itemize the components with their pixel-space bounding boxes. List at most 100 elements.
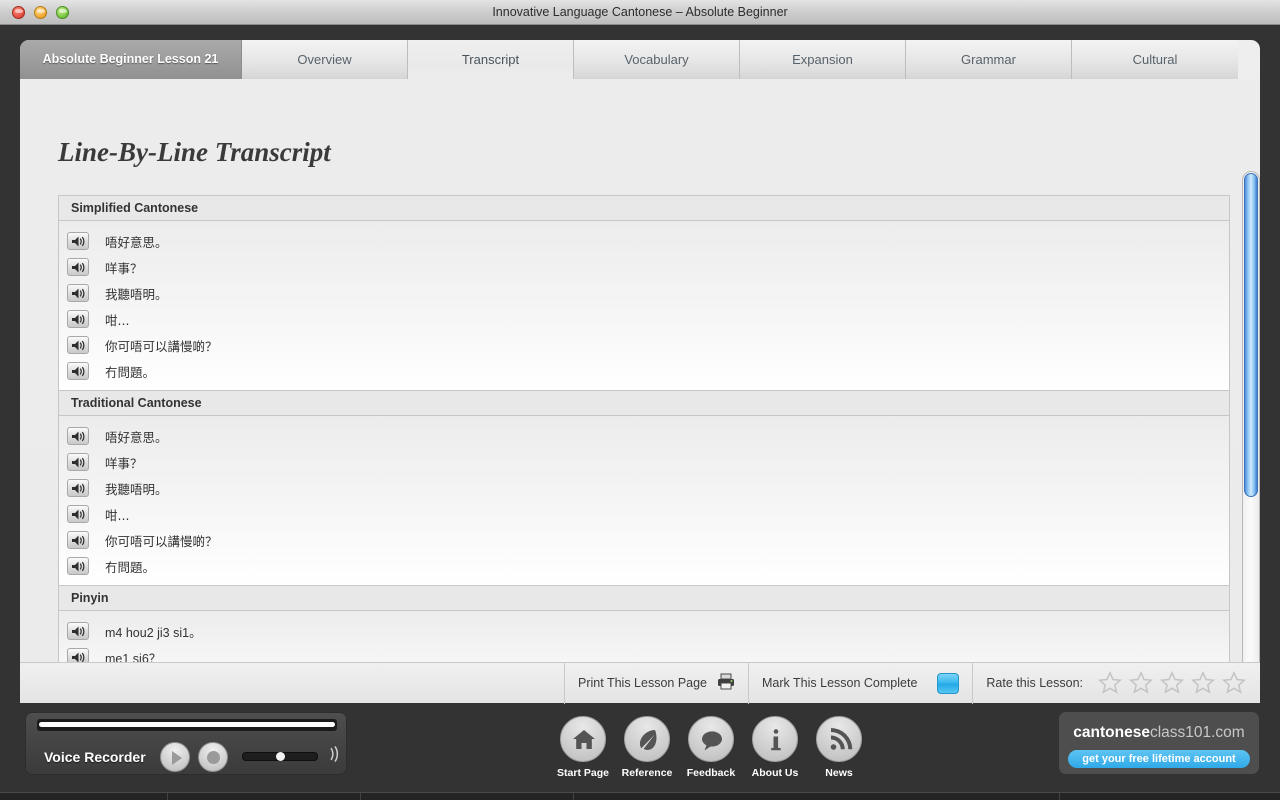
speaker-icon[interactable] [67, 284, 89, 302]
star-icon[interactable] [1128, 670, 1154, 696]
transcript-text: 冇問題。 [105, 364, 156, 380]
tab-label: Cultural [1132, 52, 1178, 67]
transcript-list: Simplified Cantonese 唔好意思。 咩事？ 我聽唔明。 咁..… [58, 195, 1230, 662]
tab-absolute-beginner-lesson-21[interactable]: Absolute Beginner Lesson 21 [20, 40, 242, 79]
volume-slider[interactable] [241, 752, 318, 761]
open-lesson-drawer-button[interactable]: Open Lesson Drawer [0, 792, 169, 800]
nav-feedback[interactable]: Feedback [684, 716, 738, 779]
transcript-row: 冇問題。 [59, 553, 1229, 579]
voice-recorder-panel: Voice Recorder [25, 712, 347, 775]
speech-bubble-icon [688, 716, 734, 762]
speaker-icon[interactable] [67, 232, 89, 250]
nav-about-us[interactable]: About Us [748, 716, 802, 779]
transcript-text: m4 hou2 ji3 si1。 [105, 625, 202, 640]
star-icon[interactable] [1159, 670, 1185, 696]
speaker-icon[interactable] [67, 622, 89, 640]
mark-lesson-complete-checkbox[interactable] [937, 672, 960, 694]
bottom-dock: Voice Recorder Start Page Reference Feed… [0, 708, 1280, 792]
transcript-text: 咁... [105, 312, 130, 328]
tab-label: Expansion [792, 52, 853, 67]
section-header-traditional-cantonese: Traditional Cantonese [59, 391, 1229, 416]
transcript-row: 你可唔可以講慢啲？ [59, 527, 1229, 553]
status-bar: Open Lesson Drawer Clear All Lesson Rati… [0, 792, 1280, 800]
volume-slider-knob[interactable] [275, 752, 285, 761]
rss-icon [816, 716, 862, 762]
transcript-row: 咩事？ [59, 449, 1229, 475]
brand-name: cantoneseclass101.com [1059, 724, 1259, 742]
transcript-text: 冇問題。 [105, 559, 156, 575]
tab-label: Grammar [961, 52, 1016, 67]
content-scrollbar[interactable] [1242, 171, 1260, 662]
transcript-row: 唔好意思。 [59, 423, 1229, 449]
speaker-icon[interactable] [67, 505, 89, 523]
page-title: Line-By-Line Transcript [58, 137, 331, 167]
speaker-icon[interactable] [67, 427, 89, 445]
tab-transcript[interactable]: Transcript [408, 40, 574, 79]
feather-icon [624, 716, 670, 762]
transcript-text: 咩事？ [105, 260, 143, 276]
window-titlebar: Innovative Language Cantonese – Absolute… [0, 0, 1280, 25]
brand-name-rest: class101.com [1149, 724, 1245, 741]
print-lesson-button[interactable]: Print This Lesson Page [564, 662, 748, 704]
tab-expansion[interactable]: Expansion [740, 40, 906, 79]
mark-lesson-complete-label: Mark This Lesson Complete [762, 676, 918, 690]
section-body-traditional-cantonese: 唔好意思。 咩事？ 我聽唔明。 咁... 你可唔可以講慢啲？ 冇問題。 [59, 416, 1229, 586]
volume-icon [328, 745, 342, 768]
transcript-row: 咩事？ [59, 254, 1229, 280]
tab-cultural[interactable]: Cultural [1072, 40, 1238, 79]
transcript-text: 我聽唔明。 [105, 481, 168, 497]
speaker-icon[interactable] [67, 310, 89, 328]
tab-vocabulary[interactable]: Vocabulary [574, 40, 740, 79]
nav-news[interactable]: News [812, 716, 866, 779]
clear-all-lesson-ratings-button[interactable]: Clear All Lesson Ratings [168, 792, 362, 800]
record-icon[interactable] [197, 741, 228, 772]
section-header-simplified-cantonese: Simplified Cantonese [59, 196, 1229, 221]
speaker-icon[interactable] [67, 258, 89, 276]
innovative-language-logo: innoVativeLANGUAGE [1060, 793, 1280, 800]
speaker-icon[interactable] [67, 479, 89, 497]
transcript-text: 我聽唔明。 [105, 286, 168, 302]
lesson-content-area: Line-By-Line Transcript Simplified Canto… [20, 79, 1260, 662]
recorder-progress-fill [39, 722, 335, 727]
voice-recorder-label: Voice Recorder [44, 748, 146, 765]
brand-cta-button[interactable]: get your free lifetime account [1068, 750, 1250, 768]
speaker-icon[interactable] [67, 557, 89, 575]
section-body-pinyin: m4 hou2 ji3 si1。 me1 si6？ [59, 611, 1229, 662]
scrollbar-thumb[interactable] [1244, 173, 1258, 497]
speaker-icon[interactable] [67, 362, 89, 380]
transcript-text: 你可唔可以講慢啲？ [105, 338, 218, 354]
transcript-row: m4 hou2 ji3 si1。 [59, 618, 1229, 644]
lesson-panel: Absolute Beginner Lesson 21 Overview Tra… [20, 40, 1260, 703]
transcript-text: 你可唔可以講慢啲？ [105, 533, 218, 549]
tab-overview[interactable]: Overview [242, 40, 408, 79]
star-icon[interactable] [1097, 670, 1123, 696]
transcript-row: 冇問題。 [59, 358, 1229, 384]
speaker-icon[interactable] [67, 336, 89, 354]
star-icon[interactable] [1190, 670, 1216, 696]
dock-nav-icons: Start Page Reference Feedback About Us N… [556, 716, 866, 779]
nav-label: News [825, 767, 853, 779]
print-lesson-label: Print This Lesson Page [578, 676, 708, 690]
star-rating[interactable] [1097, 670, 1247, 696]
speaker-icon[interactable] [67, 531, 89, 549]
speaker-icon[interactable] [67, 648, 89, 662]
transcript-row: 你可唔可以講慢啲？ [59, 332, 1229, 358]
star-icon[interactable] [1221, 670, 1247, 696]
home-icon [560, 716, 606, 762]
tab-label: Absolute Beginner Lesson 21 [42, 52, 219, 66]
speaker-icon[interactable] [67, 453, 89, 471]
window-frame: Absolute Beginner Lesson 21 Overview Tra… [0, 25, 1280, 800]
transcript-text: 唔好意思。 [105, 234, 168, 250]
nav-reference[interactable]: Reference [620, 716, 674, 779]
nav-start-page[interactable]: Start Page [556, 716, 610, 779]
mark-lesson-complete-button[interactable]: Mark This Lesson Complete [748, 662, 972, 704]
recorder-progress-bar[interactable] [37, 719, 337, 731]
mark-all-lessons-incomplete-button[interactable]: Mark All Lessons Incomplete [361, 792, 575, 800]
rate-lesson-control[interactable]: Rate this Lesson: [972, 662, 1260, 704]
tab-grammar[interactable]: Grammar [906, 40, 1072, 79]
status-bar-filler [574, 792, 1060, 800]
play-icon[interactable] [159, 741, 190, 772]
transcript-text: 咁... [105, 507, 130, 523]
transcript-row: 我聽唔明。 [59, 280, 1229, 306]
tab-label: Vocabulary [624, 52, 689, 67]
